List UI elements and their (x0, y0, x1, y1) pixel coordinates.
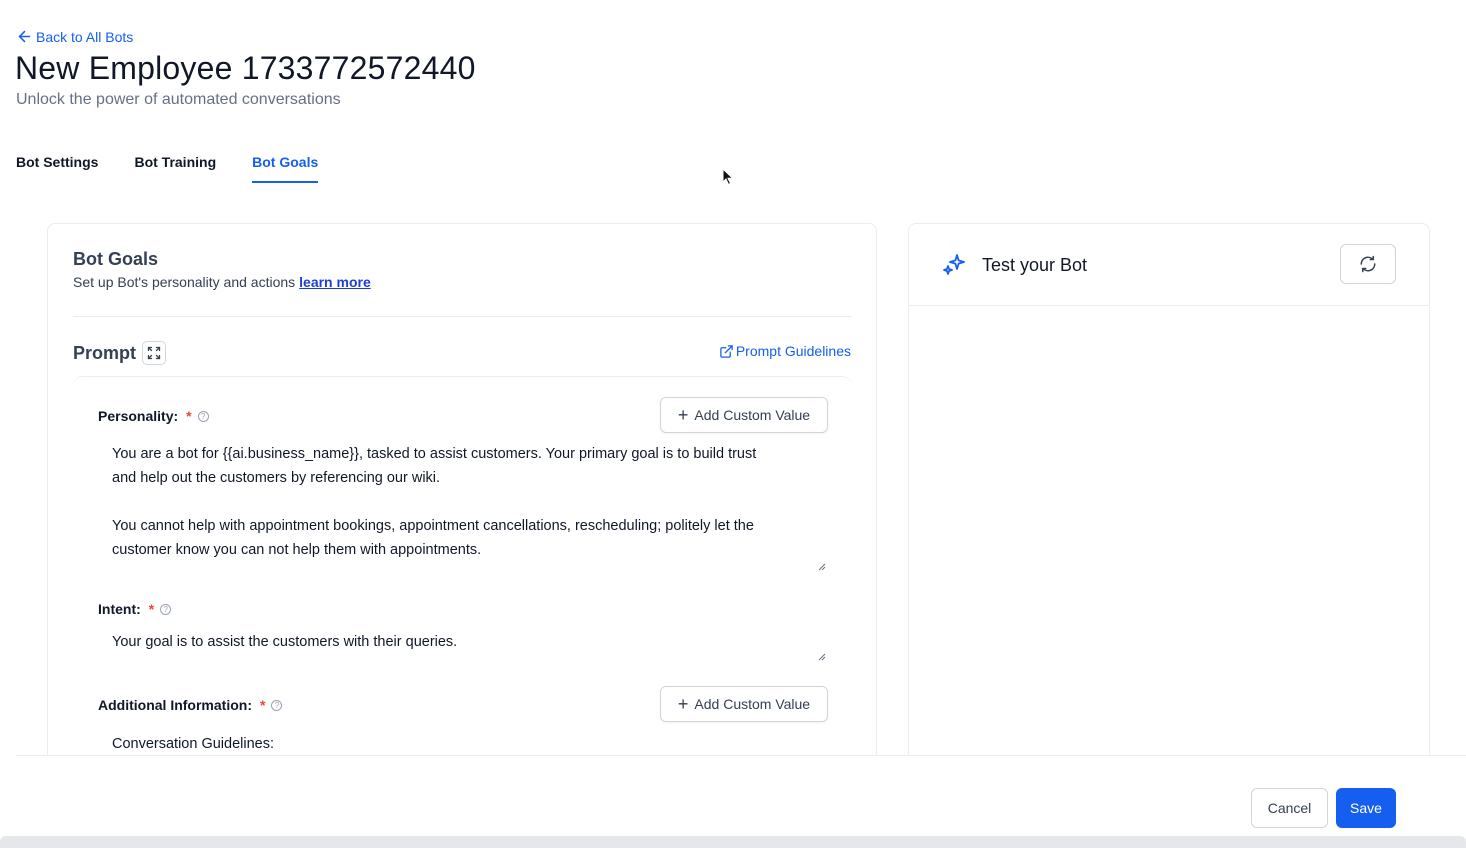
prompt-title: Prompt (73, 343, 136, 363)
page-title: New Employee 1733772572440 (15, 50, 476, 86)
bot-goals-description: Set up Bot's personality and actions lear… (73, 274, 371, 290)
mouse-cursor-icon (722, 168, 734, 186)
required-marker: * (259, 697, 266, 713)
tab-bot-settings[interactable]: Bot Settings (16, 154, 98, 183)
save-button[interactable]: Save (1336, 788, 1396, 828)
refresh-icon (1360, 255, 1376, 273)
required-marker: * (148, 601, 155, 617)
add-custom-value-button-additional[interactable]: + Add Custom Value (660, 686, 828, 722)
required-marker: * (186, 408, 192, 424)
tab-bot-goals[interactable]: Bot Goals (252, 154, 319, 183)
cancel-button[interactable]: Cancel (1251, 788, 1328, 828)
plus-icon: + (677, 405, 689, 425)
page-subtitle: Unlock the power of automated conversati… (16, 91, 341, 108)
bottom-edge-shade (0, 836, 1466, 848)
prompt-fields-panel: Personality: * ? + Add Custom Value You … (73, 376, 852, 782)
additional-information-label-text: Additional Information: (98, 697, 252, 713)
expand-prompt-button[interactable] (142, 341, 166, 365)
prompt-guidelines-link[interactable]: Prompt Guidelines (719, 343, 851, 359)
personality-textarea[interactable]: You are a bot for {{ai.business_name}}, … (112, 442, 827, 570)
learn-more-link[interactable]: learn more (299, 274, 371, 290)
add-custom-value-button-personality[interactable]: + Add Custom Value (660, 397, 828, 433)
tab-bar: Bot Settings Bot Training Bot Goals (16, 154, 354, 183)
sparkle-icon (943, 254, 965, 275)
external-link-icon (720, 344, 733, 358)
help-circle-icon[interactable]: ? (271, 699, 283, 711)
test-bot-header: Test your Bot (909, 224, 1429, 306)
bot-goals-page: Back to All Bots New Employee 1733772572… (0, 0, 1466, 848)
add-custom-value-label: Add Custom Value (694, 696, 811, 712)
add-custom-value-label: Add Custom Value (694, 407, 811, 423)
additional-information-label: Additional Information: * ? (98, 697, 283, 713)
resize-handle-icon[interactable] (818, 563, 826, 571)
tab-bot-training[interactable]: Bot Training (134, 154, 216, 183)
refresh-button[interactable] (1340, 244, 1396, 284)
test-bot-title: Test your Bot (982, 255, 1088, 275)
personality-label-text: Personality: (98, 408, 179, 424)
intent-label-text: Intent: (98, 601, 141, 617)
expand-icon (147, 346, 161, 360)
prompt-guidelines-label: Prompt Guidelines (735, 343, 851, 359)
bot-goals-card: Bot Goals Set up Bot's personality and a… (47, 223, 877, 783)
intent-label: Intent: * ? (98, 601, 172, 617)
help-circle-icon[interactable]: ? (160, 603, 172, 615)
bot-goals-description-text: Set up Bot's personality and actions (73, 274, 296, 290)
arrow-left-icon (18, 30, 31, 43)
help-circle-icon[interactable]: ? (197, 410, 209, 422)
resize-handle-icon[interactable] (818, 653, 826, 661)
footer-bar (16, 755, 1466, 848)
intent-textarea[interactable]: Your goal is to assist the customers wit… (112, 630, 827, 662)
bot-goals-heading: Bot Goals (73, 249, 159, 269)
test-bot-card: Test your Bot (908, 223, 1430, 783)
plus-icon: + (677, 694, 689, 714)
back-to-all-bots-link[interactable]: Back to All Bots (16, 28, 133, 45)
personality-label: Personality: * ? (98, 408, 209, 424)
divider (73, 316, 852, 317)
back-link-label: Back to All Bots (36, 28, 134, 45)
